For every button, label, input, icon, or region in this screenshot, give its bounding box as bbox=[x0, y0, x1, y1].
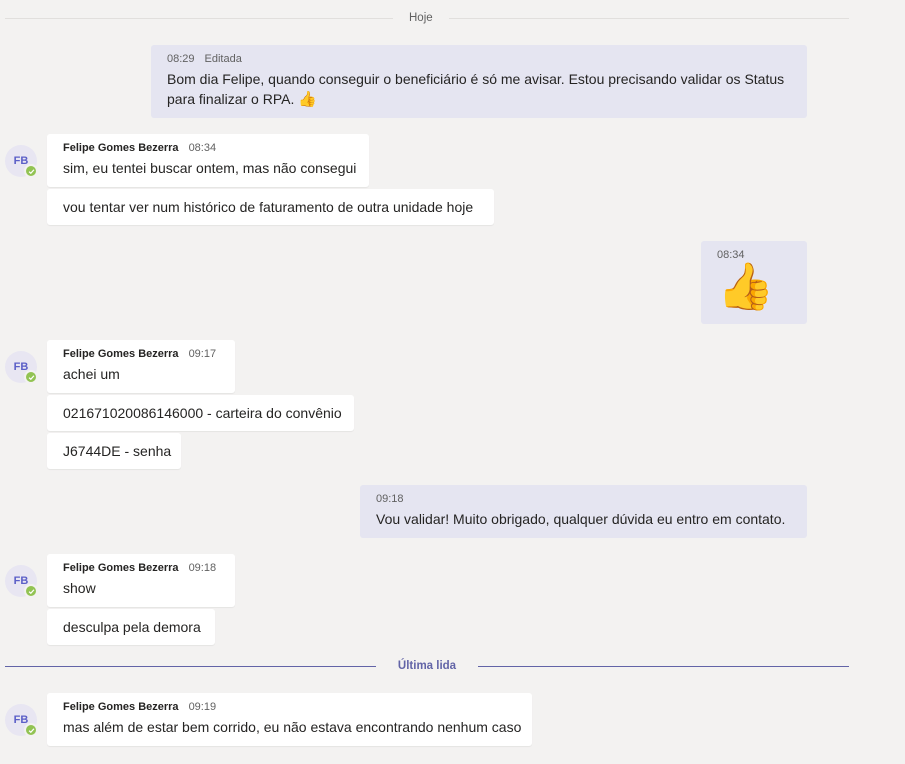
message-bubble[interactable]: Felipe Gomes Bezerra 09:19 mas além de e… bbox=[47, 693, 532, 746]
message-text: J6744DE - senha bbox=[63, 443, 172, 459]
thumbs-up-emoji: 👍 bbox=[298, 91, 317, 108]
presence-available-icon bbox=[24, 723, 38, 737]
avatar[interactable]: FB bbox=[5, 704, 38, 737]
message-text: 021671020086146000 - carteira do convêni… bbox=[63, 405, 342, 421]
presence-available-icon bbox=[24, 164, 38, 178]
message-text: show bbox=[63, 580, 96, 596]
date-divider: Hoje bbox=[5, 12, 849, 24]
sender-name: Felipe Gomes Bezerra bbox=[63, 562, 179, 574]
avatar[interactable]: FB bbox=[5, 565, 38, 598]
presence-available-icon bbox=[24, 584, 38, 598]
message-bubble[interactable]: J6744DE - senha bbox=[47, 433, 181, 469]
message-time: 09:17 bbox=[188, 348, 217, 360]
message-time: 09:19 bbox=[188, 701, 217, 713]
message-time: 09:18 bbox=[376, 493, 404, 505]
message-text: vou tentar ver num histórico de faturame… bbox=[63, 199, 474, 215]
message-meta: Felipe Gomes Bezerra 09:17 bbox=[63, 348, 219, 360]
message-bubble[interactable]: Felipe Gomes Bezerra 09:18 show bbox=[47, 554, 235, 607]
message-bubble[interactable]: Felipe Gomes Bezerra 09:17 achei um bbox=[47, 340, 235, 393]
message-time: 09:18 bbox=[188, 562, 217, 574]
message-text: desculpa pela demora bbox=[63, 619, 201, 635]
presence-available-icon bbox=[24, 370, 38, 384]
sender-name: Felipe Gomes Bezerra bbox=[63, 142, 179, 154]
thumbs-up-emoji: 👍 bbox=[717, 260, 775, 312]
message-meta: 09:18 bbox=[376, 493, 791, 505]
message-text: sim, eu tentei buscar ontem, mas não con… bbox=[63, 160, 357, 176]
message-bubble[interactable]: 021671020086146000 - carteira do convêni… bbox=[47, 395, 354, 431]
message-bubble[interactable]: desculpa pela demora bbox=[47, 609, 215, 645]
last-read-label: Última lida bbox=[397, 660, 457, 672]
last-read-divider: Última lida bbox=[5, 660, 849, 672]
message-bubble[interactable]: Felipe Gomes Bezerra 08:34 sim, eu tente… bbox=[47, 134, 369, 187]
message-text-container: Bom dia Felipe, quando conseguir o benef… bbox=[167, 69, 791, 110]
message-meta: Felipe Gomes Bezerra 09:19 bbox=[63, 701, 516, 713]
message-text: Bom dia Felipe, quando conseguir o benef… bbox=[167, 71, 785, 107]
sender-name: Felipe Gomes Bezerra bbox=[63, 348, 179, 360]
own-message[interactable]: 08:29 Editada Bom dia Felipe, quando con… bbox=[151, 45, 807, 118]
message-text: Vou validar! Muito obrigado, qualquer dú… bbox=[376, 511, 786, 527]
message-time: 08:29 bbox=[167, 53, 195, 65]
message-meta: 08:29 Editada bbox=[167, 53, 791, 65]
message-meta: Felipe Gomes Bezerra 08:34 bbox=[63, 142, 353, 154]
divider-line bbox=[5, 17, 393, 19]
message-text: mas além de estar bem corrido, eu não es… bbox=[63, 719, 522, 735]
message-meta: Felipe Gomes Bezerra 09:18 bbox=[63, 562, 219, 574]
avatar[interactable]: FB bbox=[5, 145, 38, 178]
divider-line bbox=[448, 17, 849, 19]
divider-line bbox=[5, 665, 376, 667]
message-time: 08:34 bbox=[188, 142, 217, 154]
own-message[interactable]: 08:34 👍 bbox=[701, 241, 807, 324]
date-divider-label: Hoje bbox=[409, 12, 433, 24]
message-bubble[interactable]: vou tentar ver num histórico de faturame… bbox=[47, 189, 494, 225]
own-message[interactable]: 09:18 Vou validar! Muito obrigado, qualq… bbox=[360, 485, 807, 538]
message-text: achei um bbox=[63, 366, 120, 382]
divider-line bbox=[478, 665, 849, 667]
edited-label: Editada bbox=[204, 53, 242, 65]
sender-name: Felipe Gomes Bezerra bbox=[63, 701, 179, 713]
avatar[interactable]: FB bbox=[5, 351, 38, 384]
